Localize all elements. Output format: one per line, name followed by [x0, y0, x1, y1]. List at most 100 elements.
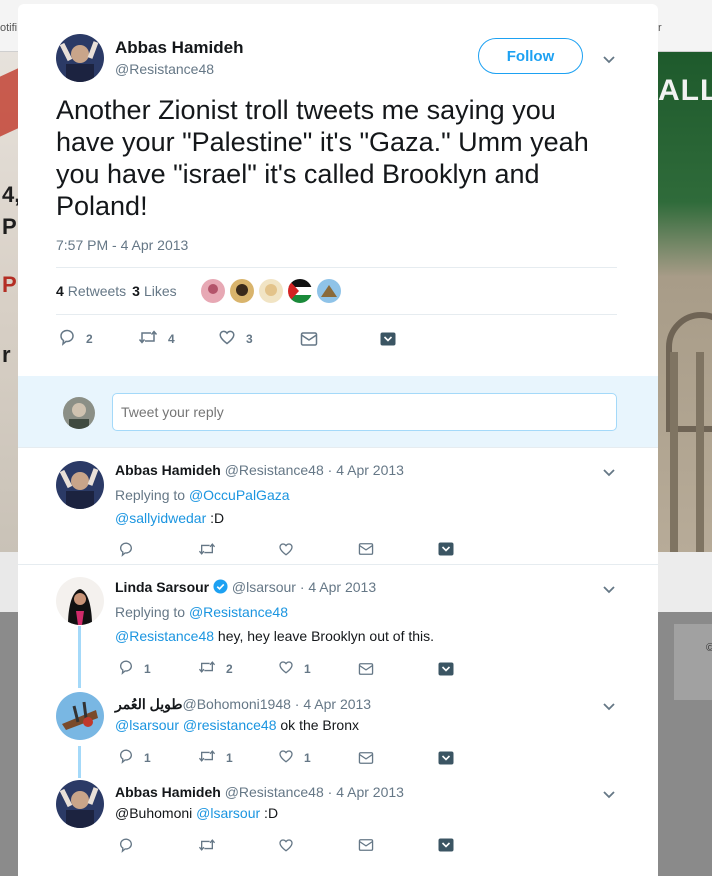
- bookmark-icon[interactable]: [438, 542, 454, 556]
- reply-icon: [118, 659, 134, 678]
- liker-avatar[interactable]: [200, 279, 225, 303]
- mention-link[interactable]: @lsarsour @resistance48: [115, 717, 277, 733]
- likes-stat[interactable]: 3 Likes: [132, 283, 176, 299]
- likes-count: 3: [132, 283, 140, 299]
- dm-icon[interactable]: [358, 662, 438, 676]
- reply-text: hey, hey leave Brooklyn out of this.: [214, 628, 435, 644]
- caret-down-icon[interactable]: [602, 52, 616, 70]
- background-text-right: r: [658, 22, 662, 34]
- reply-date[interactable]: 4 Apr 2013: [303, 696, 371, 712]
- dm-icon[interactable]: [358, 838, 438, 852]
- likes-label: Likes: [143, 283, 177, 299]
- reply-date[interactable]: 4 Apr 2013: [336, 784, 404, 800]
- reply-actions: [118, 837, 454, 853]
- reply-author-name[interactable]: Abbas Hamideh: [115, 462, 221, 478]
- reply-author-name[interactable]: طويل العُمر: [115, 696, 183, 712]
- reply-count: 1: [144, 750, 151, 765]
- reply-icon[interactable]: [118, 541, 198, 557]
- reply-icon: [118, 748, 134, 767]
- bookmark-icon[interactable]: [438, 838, 454, 852]
- reply-tweet[interactable]: Abbas Hamideh @Resistance48 · 4 Apr 2013…: [18, 776, 658, 872]
- replying-to-label: Replying to: [115, 487, 186, 503]
- tweet-modal: Abbas Hamideh @Resistance48 Follow Anoth…: [18, 4, 658, 876]
- reply-count: 1: [144, 661, 151, 676]
- mention-link[interactable]: @lsarsour: [196, 805, 260, 821]
- reply-date[interactable]: 4 Apr 2013: [308, 579, 376, 595]
- reply-author-handle[interactable]: @Bohomoni1948: [183, 696, 291, 712]
- mention-link[interactable]: @Resistance48: [115, 628, 214, 644]
- like-action[interactable]: 1: [278, 659, 358, 678]
- mention-link[interactable]: @sallyidwedar: [115, 510, 206, 526]
- liker-avatars: [200, 279, 341, 303]
- like-icon[interactable]: [278, 837, 358, 853]
- dm-icon[interactable]: [358, 751, 438, 765]
- caret-down-icon[interactable]: [602, 699, 616, 717]
- reply-author-name[interactable]: Linda Sarsour: [115, 579, 209, 595]
- reply-action[interactable]: 1: [118, 748, 198, 767]
- like-action[interactable]: 1: [278, 748, 358, 767]
- dm-icon[interactable]: [300, 331, 380, 347]
- like-icon: [218, 328, 236, 349]
- liker-avatar[interactable]: [287, 279, 312, 303]
- liker-avatar[interactable]: [258, 279, 283, 303]
- bookmark-icon[interactable]: [438, 751, 454, 765]
- reply-box: [18, 376, 658, 448]
- reply-avatar[interactable]: [56, 780, 104, 828]
- reply-tweet[interactable]: Linda Sarsour @lsarsour · 4 Apr 2013 Rep…: [18, 566, 658, 684]
- caret-down-icon[interactable]: [602, 787, 616, 805]
- background-right-image: ALL: [656, 52, 712, 552]
- background-glyph: P: [2, 272, 17, 297]
- date-separator: ·: [323, 784, 337, 800]
- retweet-action[interactable]: 1: [198, 748, 278, 767]
- author-handle[interactable]: @Resistance48: [115, 61, 214, 77]
- reply-action[interactable]: 2: [58, 328, 138, 349]
- retweets-stat[interactable]: 4 Retweets: [56, 283, 126, 299]
- reply-author-handle[interactable]: @Resistance48: [225, 462, 324, 478]
- date-separator: ·: [295, 579, 309, 595]
- reply-actions: 1 1 1: [118, 748, 454, 767]
- replying-to-link[interactable]: @Resistance48: [189, 604, 288, 620]
- retweet-icon[interactable]: [198, 837, 278, 853]
- reply-author-handle[interactable]: @Resistance48: [225, 784, 324, 800]
- reply-tweet[interactable]: Abbas Hamideh @Resistance48 · 4 Apr 2013…: [18, 449, 658, 561]
- like-count: 1: [304, 750, 311, 765]
- reply-avatar[interactable]: [56, 461, 104, 509]
- tweet-timestamp[interactable]: 7:57 PM - 4 Apr 2013: [56, 237, 188, 253]
- background-panel: [0, 612, 20, 876]
- caret-down-icon[interactable]: [602, 465, 616, 483]
- like-action[interactable]: 3: [218, 328, 300, 349]
- like-icon[interactable]: [278, 541, 358, 557]
- reply-avatar[interactable]: [56, 577, 104, 625]
- reply-action[interactable]: 1: [118, 659, 198, 678]
- reply-date[interactable]: 4 Apr 2013: [336, 462, 404, 478]
- reply-text: :D: [206, 510, 225, 526]
- liker-avatar[interactable]: [229, 279, 254, 303]
- caret-down-icon[interactable]: [602, 582, 616, 600]
- background-text-left: otifi: [0, 22, 18, 34]
- reply-input[interactable]: [112, 393, 617, 431]
- reply-icon[interactable]: [118, 837, 198, 853]
- bookmark-icon[interactable]: [438, 662, 454, 676]
- retweet-icon: [198, 748, 216, 767]
- tweet-stats: 4 Retweets 3 Likes: [56, 267, 617, 315]
- current-user-avatar[interactable]: [63, 397, 95, 429]
- verified-icon: [213, 579, 228, 597]
- reply-author-handle[interactable]: @lsarsour: [232, 579, 296, 595]
- replying-to-label: Replying to: [115, 604, 186, 620]
- retweet-action[interactable]: 4: [138, 328, 218, 349]
- author-name[interactable]: Abbas Hamideh: [115, 38, 243, 58]
- retweets-count: 4: [56, 283, 64, 299]
- reply-tweet[interactable]: طويل العُمر@Bohomoni1948 · 4 Apr 2013 @l…: [18, 684, 658, 776]
- retweet-action[interactable]: 2: [198, 659, 278, 678]
- author-avatar[interactable]: [56, 34, 104, 82]
- liker-avatar[interactable]: [316, 279, 341, 303]
- date-separator: ·: [290, 696, 304, 712]
- replying-to-link[interactable]: @OccuPalGaza: [189, 487, 290, 503]
- reply-author-name[interactable]: Abbas Hamideh: [115, 784, 221, 800]
- retweet-icon[interactable]: [198, 541, 278, 557]
- follow-button[interactable]: Follow: [478, 38, 583, 74]
- reply-avatar[interactable]: [56, 692, 104, 740]
- dm-icon[interactable]: [358, 542, 438, 556]
- like-count: 1: [304, 661, 311, 676]
- bookmark-icon[interactable]: [380, 332, 396, 346]
